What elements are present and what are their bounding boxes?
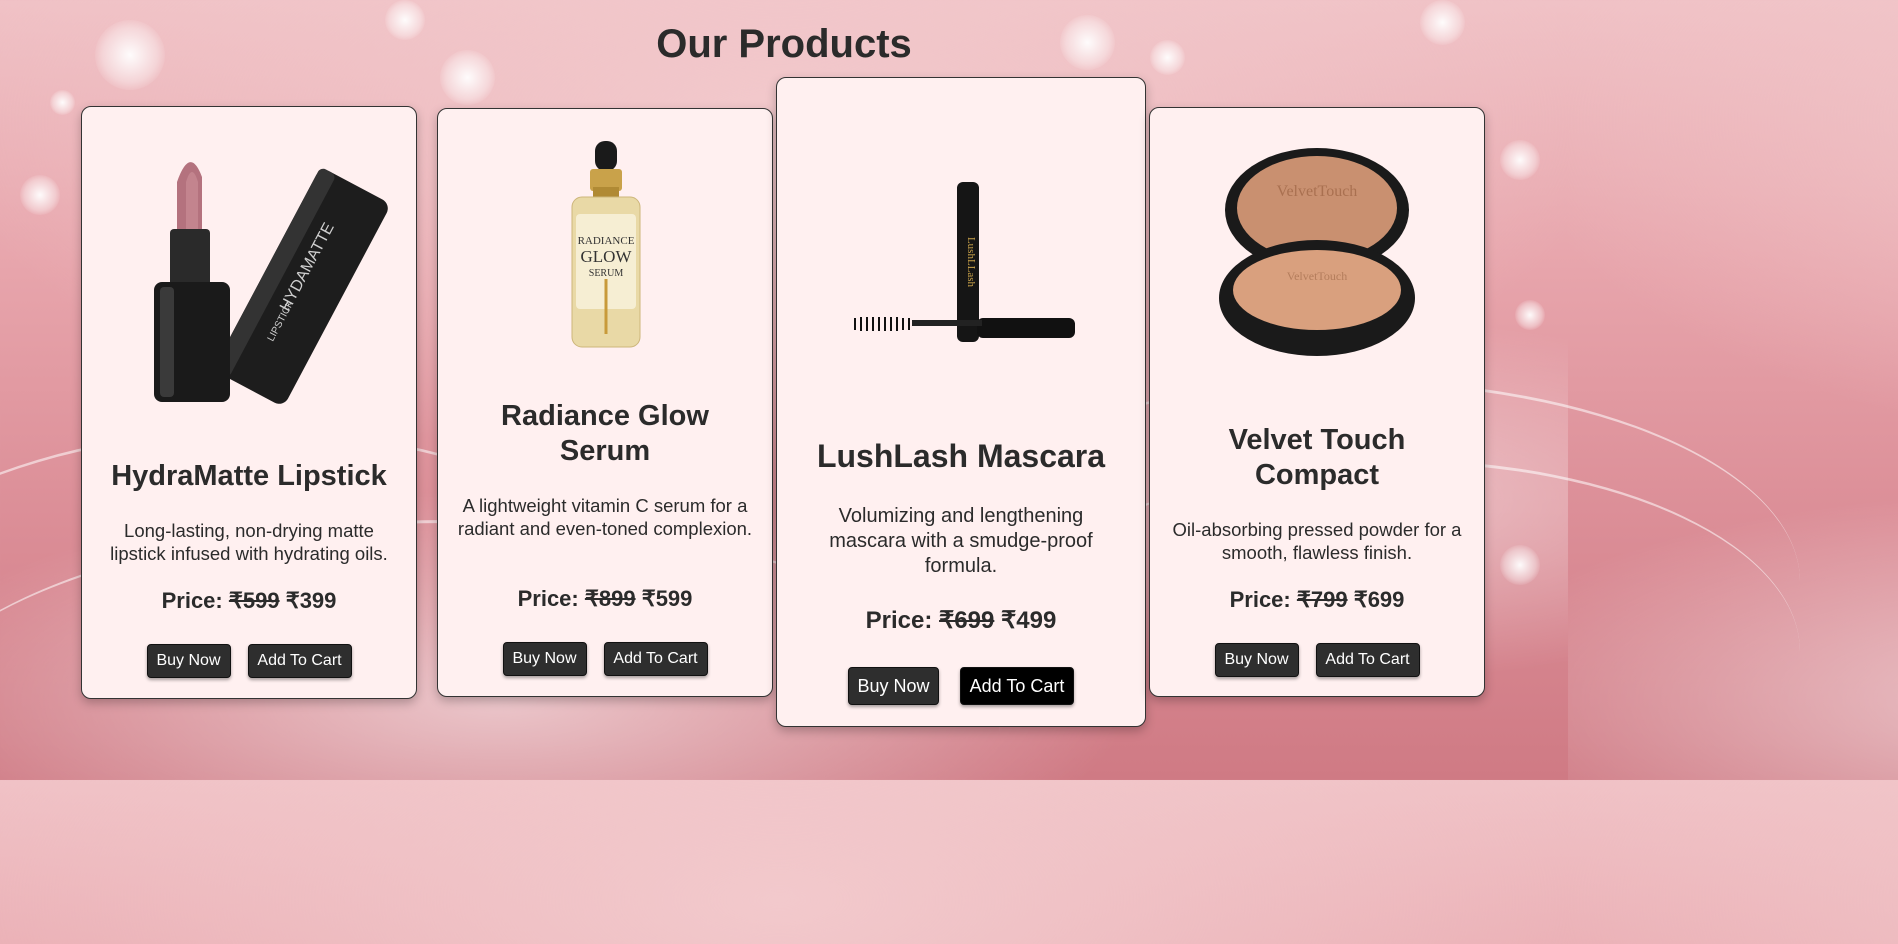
new-price: ₹499 <box>1001 607 1057 634</box>
lipstick-image: HYDAMATTE LIPSTICK <box>82 137 416 427</box>
svg-text:LushLLash: LushLLash <box>965 237 977 288</box>
product-price: Price: ₹699 ₹499 <box>777 606 1145 635</box>
product-description: A lightweight vitamin C serum for a radi… <box>457 495 753 539</box>
product-price: Price: ₹599 ₹399 <box>82 588 416 614</box>
product-name: HydraMatte Lipstick <box>111 460 387 492</box>
price-label: Price: <box>1229 587 1291 612</box>
new-price: ₹399 <box>285 588 337 613</box>
svg-text:GLOW: GLOW <box>581 247 633 266</box>
new-price: ₹699 <box>1353 587 1405 612</box>
svg-text:RADIANCE: RADIANCE <box>578 235 635 247</box>
add-to-cart-button[interactable]: Add To Cart <box>1315 643 1420 677</box>
product-name: Velvet Touch Compact <box>1228 424 1406 491</box>
product-card-lipstick: HYDAMATTE LIPSTICK HydraMatte Lipstick L… <box>81 106 417 699</box>
product-price: Price: ₹799 ₹699 <box>1150 587 1484 613</box>
add-to-cart-button[interactable]: Add To Cart <box>603 642 708 676</box>
old-price: ₹799 <box>1296 587 1348 612</box>
svg-text:VelvetTouch: VelvetTouch <box>1277 183 1358 200</box>
product-card-compact: VelvetTouch VelvetTouch Velvet Touch Com… <box>1149 107 1485 697</box>
compact-image: VelvetTouch VelvetTouch <box>1150 148 1484 363</box>
mascara-image: LushLLash <box>777 178 1145 353</box>
product-description: Long-lasting, non-drying matte lipstick … <box>110 520 388 564</box>
product-card-serum: RADIANCE GLOW SERUM Radiance Glow Serum … <box>437 108 773 697</box>
buy-now-button[interactable]: Buy Now <box>1214 643 1299 677</box>
svg-text:SERUM: SERUM <box>589 268 624 279</box>
product-description: Volumizing and lengthening mascara with … <box>829 505 1093 577</box>
page-title: Our Products <box>656 22 912 66</box>
product-description: Oil-absorbing pressed powder for a smoot… <box>1172 519 1462 563</box>
price-label: Price: <box>865 607 933 634</box>
product-name: Radiance Glow Serum <box>501 400 709 467</box>
svg-text:VelvetTouch: VelvetTouch <box>1287 269 1347 283</box>
buy-now-button[interactable]: Buy Now <box>146 644 231 678</box>
buy-now-button[interactable]: Buy Now <box>848 667 939 705</box>
add-to-cart-button[interactable]: Add To Cart <box>247 644 352 678</box>
old-price: ₹699 <box>939 607 995 634</box>
product-name: LushLash Mascara <box>816 438 1106 474</box>
price-label: Price: <box>161 588 223 613</box>
product-card-mascara: LushLLash LushLash Mascara Volumizing an… <box>776 77 1146 727</box>
product-price: Price: ₹899 ₹599 <box>438 586 772 612</box>
add-to-cart-button[interactable]: Add To Cart <box>960 667 1074 705</box>
buy-now-button[interactable]: Buy Now <box>502 642 587 676</box>
old-price: ₹599 <box>228 588 280 613</box>
new-price: ₹599 <box>641 586 693 611</box>
serum-image: RADIANCE GLOW SERUM <box>438 139 772 354</box>
old-price: ₹899 <box>584 586 636 611</box>
price-label: Price: <box>517 586 579 611</box>
